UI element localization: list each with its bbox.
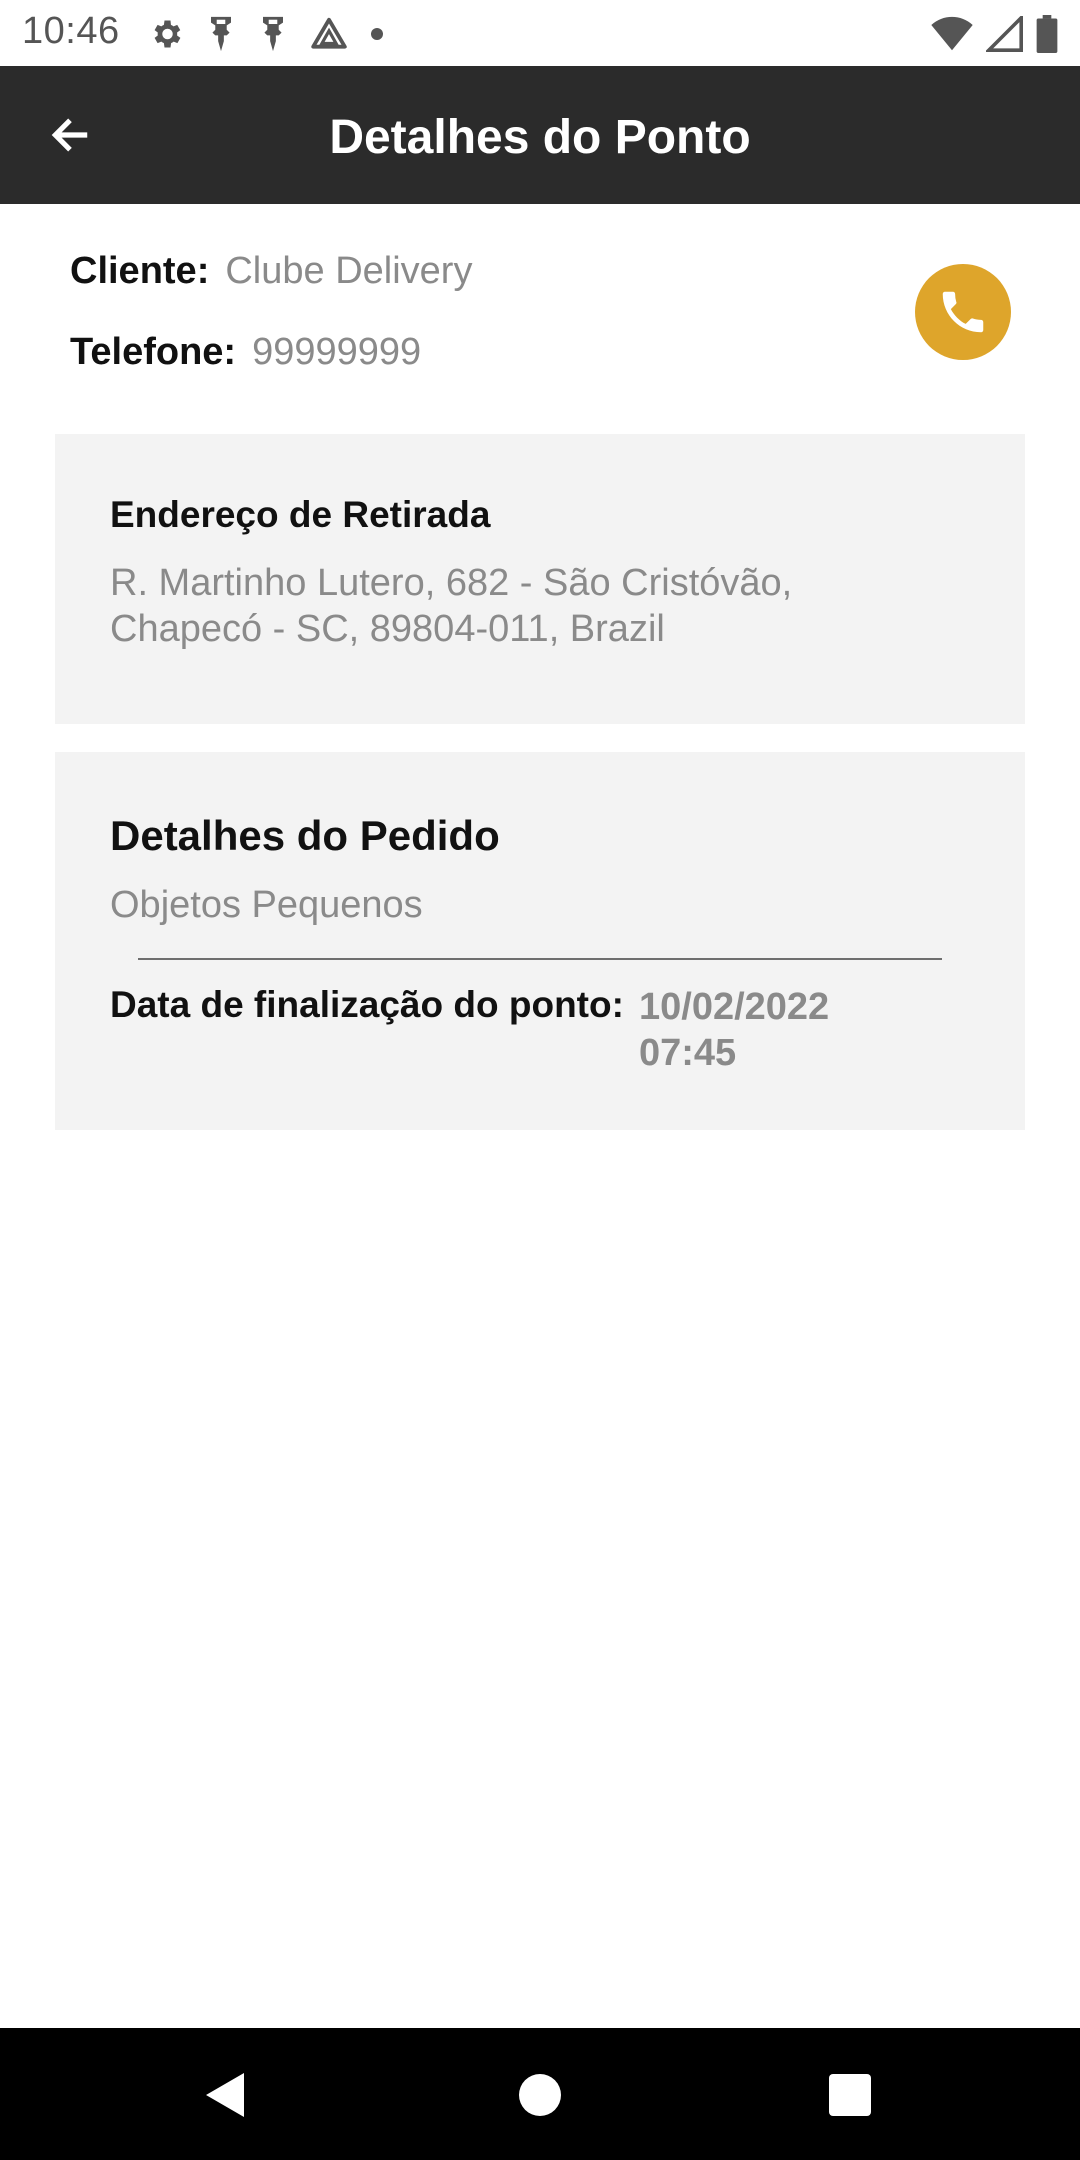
pickup-heading: Endereço de Retirada (110, 494, 491, 535)
nav-recents-icon[interactable] (829, 2074, 871, 2116)
nav-home-icon[interactable] (519, 2074, 561, 2116)
signal-icon (986, 16, 1023, 52)
phone-label: Telefone: (70, 331, 237, 373)
status-icons-right (930, 14, 1058, 54)
notification-icon (263, 16, 283, 52)
order-description: Objetos Pequenos (110, 884, 423, 926)
phone-row: Telefone: 99999999 (70, 331, 421, 374)
divider (138, 958, 942, 960)
nav-back-icon[interactable] (204, 2071, 246, 2119)
phone-icon (942, 291, 984, 333)
pickup-address: R. Martinho Lutero, 682 - São Cristóvão,… (110, 562, 793, 650)
settings-icon (154, 20, 181, 48)
order-heading: Detalhes do Pedido (110, 812, 500, 859)
client-value: Clube Delivery (225, 250, 473, 292)
page-title: Detalhes do Ponto (329, 111, 751, 164)
status-icons-left (148, 14, 384, 54)
screen: 10:46 Detalhes do Ponto Cliente: Clube D… (0, 0, 1080, 2160)
client-row: Cliente: Clube Delivery (70, 250, 472, 293)
wifi-icon (931, 16, 973, 51)
app-bar: Detalhes do Ponto (0, 66, 1080, 204)
battery-icon (1036, 15, 1058, 53)
pickup-address-card: Endereço de Retirada R. Martinho Lutero,… (55, 434, 1025, 724)
status-time: 10:46 (22, 10, 120, 52)
system-nav-bar (0, 2028, 1080, 2160)
status-bar: 10:46 (0, 0, 1080, 66)
finish-date-label: Data de finalização do ponto: (110, 984, 624, 1025)
dot-icon (371, 28, 383, 40)
finish-date-value: 10/02/2022 07:45 (639, 986, 830, 1074)
call-button[interactable] (915, 264, 1011, 360)
drive-icon (311, 17, 347, 49)
client-label: Cliente: (70, 250, 210, 292)
order-details-card: Detalhes do Pedido Objetos Pequenos Data… (55, 752, 1025, 1130)
phone-value: 99999999 (252, 331, 422, 373)
notification-icon (211, 16, 231, 52)
